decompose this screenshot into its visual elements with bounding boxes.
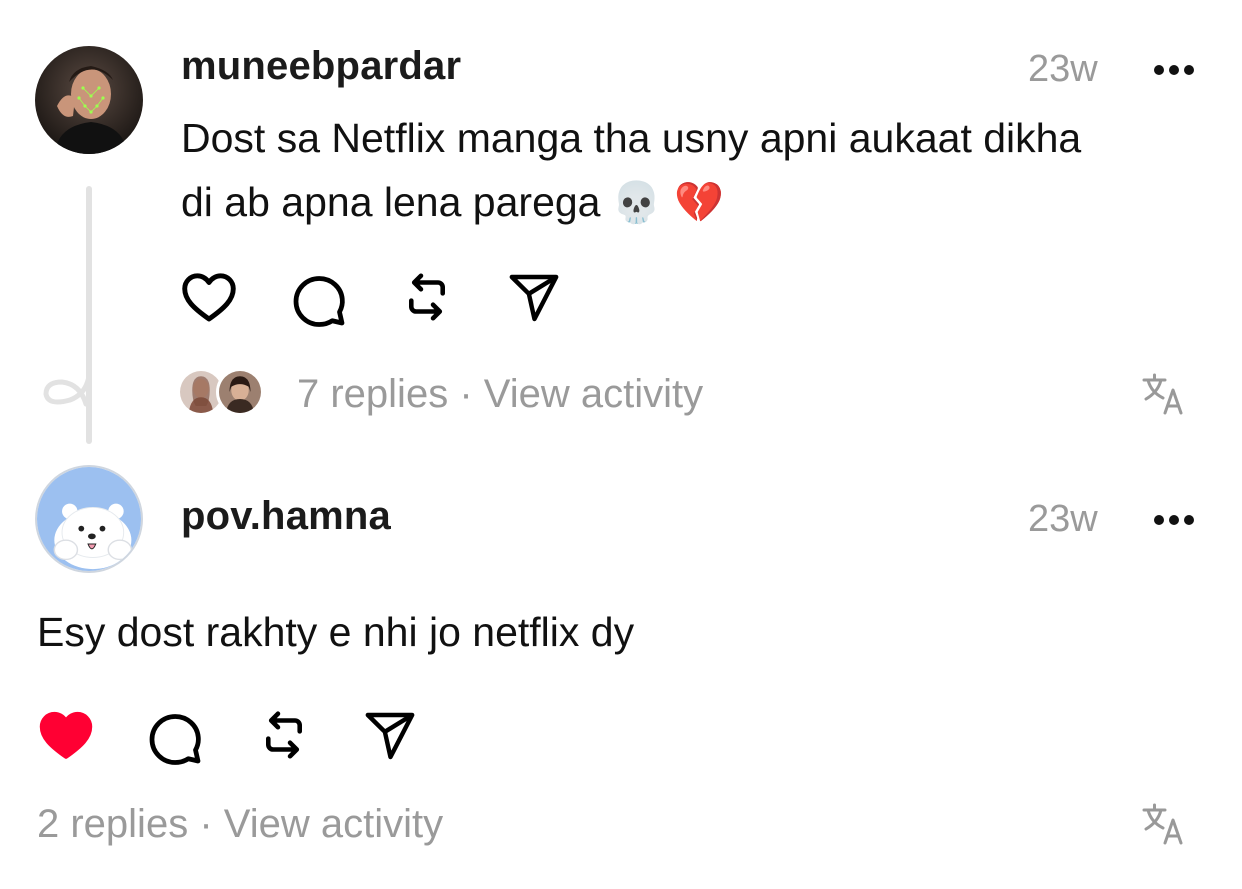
post-text-line2: di ab apna lena parega bbox=[181, 179, 601, 225]
heart-icon-liked[interactable] bbox=[35, 704, 97, 766]
replies-count[interactable]: 2 replies bbox=[37, 802, 188, 846]
timestamp: 23w bbox=[1028, 48, 1098, 90]
comment-icon[interactable] bbox=[289, 268, 349, 328]
separator: · bbox=[199, 802, 213, 846]
replies-count[interactable]: 7 replies bbox=[297, 372, 448, 416]
view-activity-link[interactable]: View activity bbox=[224, 802, 443, 846]
timestamp: 23w bbox=[1028, 498, 1098, 540]
view-activity-link[interactable]: View activity bbox=[484, 372, 703, 416]
comment-icon[interactable] bbox=[145, 706, 205, 766]
more-icon[interactable] bbox=[1152, 513, 1196, 527]
heart-icon[interactable] bbox=[178, 266, 240, 328]
repost-icon[interactable] bbox=[398, 266, 456, 328]
more-icon[interactable] bbox=[1152, 63, 1196, 77]
post-text: Dost sa Netflix manga tha usny apni auka… bbox=[181, 106, 1211, 235]
username[interactable]: pov.hamna bbox=[181, 494, 391, 539]
emoji: 💀 💔 bbox=[611, 180, 725, 226]
post-text-line: Dost sa Netflix manga tha usny apni auka… bbox=[181, 115, 1082, 161]
post-text: Esy dost rakhty e nhi jo netflix dy bbox=[37, 609, 635, 655]
share-icon[interactable] bbox=[506, 270, 562, 326]
post-text-line: di ab apna lena parega 💀 💔 bbox=[181, 170, 1211, 235]
repost-icon[interactable] bbox=[255, 704, 313, 766]
replies-summary[interactable]: 7 replies · View activity bbox=[297, 372, 703, 417]
avatar[interactable] bbox=[35, 465, 143, 573]
thread-loop bbox=[43, 373, 92, 407]
replier-avatar bbox=[216, 368, 264, 416]
share-icon[interactable] bbox=[362, 708, 418, 764]
thread-page: muneebpardar 23w Dost sa Netflix manga t… bbox=[0, 0, 1242, 889]
translate-icon[interactable] bbox=[1141, 802, 1187, 851]
username[interactable]: muneebpardar bbox=[181, 44, 461, 89]
avatar[interactable] bbox=[35, 46, 143, 154]
translate-icon[interactable] bbox=[1141, 372, 1187, 421]
replies-summary[interactable]: 2 replies · View activity bbox=[37, 802, 443, 847]
separator: · bbox=[459, 372, 473, 416]
